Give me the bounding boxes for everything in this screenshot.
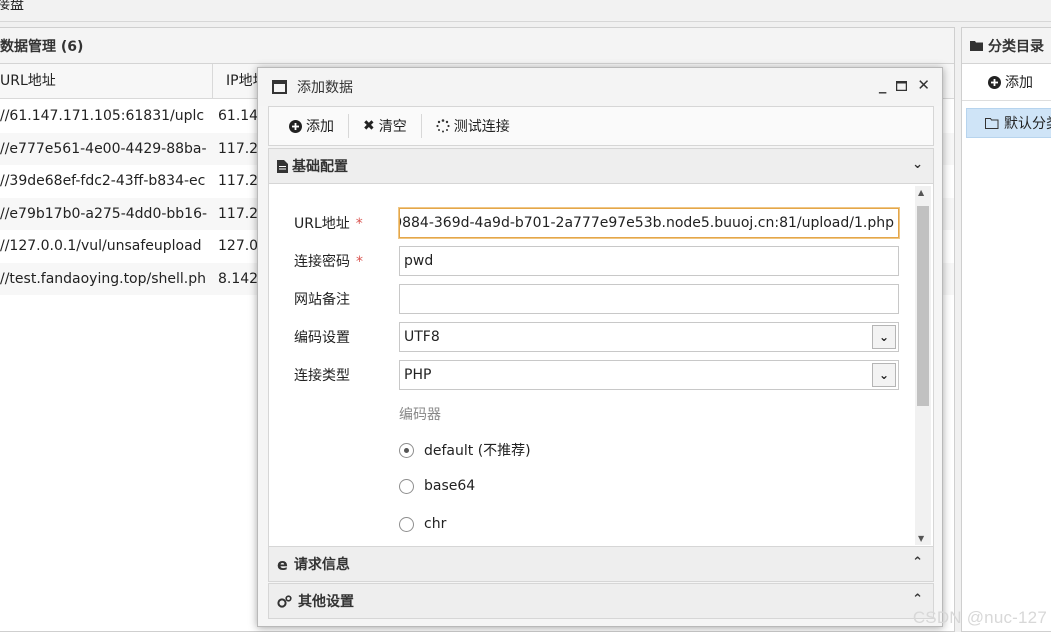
encoder-option-base64[interactable]: base64 — [399, 478, 475, 494]
request-info-title: 请求信息 — [293, 557, 350, 573]
basic-config-header[interactable]: 基础配置 ⌄ — [268, 148, 934, 184]
category-panel: 分类目录 添加 默认分类 — [961, 27, 1051, 632]
category-toolbar: 添加 — [962, 64, 1051, 101]
password-input[interactable]: pwd — [399, 246, 899, 276]
basic-config-form: URL地址 * bc9884-369d-4a9d-b701-2a777e97e53… — [268, 184, 934, 547]
plus-circle-icon — [289, 119, 302, 133]
encoding-select[interactable]: UTF8 ⌄ — [399, 322, 899, 352]
tree-item-label: 默认分类 — [1004, 116, 1051, 132]
type-label: 连接类型 — [294, 368, 350, 384]
chevron-down-icon[interactable]: ⌄ — [872, 363, 896, 387]
window-icon — [272, 80, 287, 94]
watermark: CSDN @nuc-127 — [912, 608, 1047, 627]
gears-icon — [277, 594, 292, 608]
other-settings-header[interactable]: 其他设置 ⌃ — [268, 583, 934, 619]
row-ip: 8.142 — [218, 270, 259, 287]
maximize-icon[interactable] — [896, 80, 908, 91]
note-input[interactable] — [399, 284, 899, 314]
type-select[interactable]: PHP ⌄ — [399, 360, 899, 390]
radio-icon[interactable] — [399, 478, 414, 494]
chevron-up-icon[interactable]: ⌃ — [912, 555, 923, 570]
url-label: URL地址 * — [294, 216, 363, 232]
scrollbar-thumb[interactable] — [917, 206, 929, 406]
toolbar-divider — [348, 114, 349, 138]
note-row: 网站备注 — [269, 284, 919, 314]
clear-button[interactable]: ✖ 清空 — [357, 116, 413, 136]
add-label: 添加 — [306, 119, 334, 135]
type-row: 连接类型 PHP ⌄ — [269, 360, 919, 390]
chevron-down-icon[interactable]: ⌄ — [912, 157, 923, 172]
encoding-value: UTF8 — [404, 329, 440, 345]
chevron-down-icon[interactable]: ⌄ — [872, 325, 896, 349]
dialog-title: 添加数据 — [297, 80, 353, 96]
encoder-label: 编码器 — [399, 407, 441, 423]
category-header: 分类目录 — [962, 28, 1051, 64]
encoder-option-label: default (不推荐) — [424, 443, 531, 459]
row-ip: 117.2 — [218, 205, 259, 222]
close-icon[interactable]: ✕ — [917, 78, 930, 93]
request-info-header[interactable]: e 请求信息 ⌃ — [268, 546, 934, 582]
data-management-title: 数据管理 (6) — [0, 38, 84, 55]
category-add-label: 添加 — [1005, 75, 1033, 91]
chevron-up-icon[interactable]: ⌃ — [912, 592, 923, 607]
add-button[interactable]: 添加 — [283, 116, 340, 136]
request-icon: e — [277, 554, 288, 574]
password-label: 连接密码 * — [294, 254, 363, 270]
row-url: //61.147.171.105:61831/uplc — [0, 108, 205, 124]
add-data-dialog: 添加数据 _ ✕ 添加 ✖ 清空 测试连接 基础配置 ⌄ URL地址 * bc9… — [257, 67, 943, 627]
url-input[interactable]: bc9884-369d-4a9d-b701-2a777e97e53b.node5… — [399, 208, 899, 238]
category-title: 分类目录 — [988, 38, 1044, 55]
test-connection-label: 测试连接 — [453, 119, 510, 135]
scroll-up-icon[interactable]: ▲ — [918, 188, 924, 197]
radio-selected-icon[interactable] — [399, 442, 414, 458]
encoder-option-default[interactable]: default (不推荐) — [399, 440, 531, 460]
plus-circle-icon — [988, 75, 1001, 89]
password-row: 连接密码 * pwd — [269, 246, 919, 276]
category-add-button[interactable]: 添加 — [982, 72, 1039, 92]
encoder-option-label: base64 — [424, 478, 476, 494]
row-url: //39de68ef-fdc2-43ff-b834-ec — [0, 173, 206, 189]
document-icon — [277, 159, 288, 173]
encoding-row: 编码设置 UTF8 ⌄ — [269, 322, 919, 352]
form-scrollbar[interactable]: ▲ ▼ — [915, 186, 931, 545]
encoding-label: 编码设置 — [294, 330, 350, 346]
row-url: //127.0.0.1/vul/unsafeupload — [0, 238, 202, 254]
row-url: //e777e561-4e00-4429-88ba- — [0, 140, 207, 157]
toolbar-divider — [420, 114, 422, 138]
basic-config-title: 基础配置 — [292, 159, 348, 175]
scroll-down-icon[interactable]: ▼ — [918, 534, 924, 543]
radio-icon[interactable] — [399, 516, 414, 532]
url-row: URL地址 * bc9884-369d-4a9d-b701-2a777e97e53… — [269, 208, 919, 238]
encoder-option-label: chr — [424, 516, 447, 532]
row-ip: 117.2 — [218, 173, 259, 189]
spinner-icon — [436, 119, 450, 133]
top-bar: 接盘 — [0, 0, 1051, 22]
required-mark: * — [355, 216, 363, 232]
row-ip: 61.14 — [218, 108, 259, 124]
required-mark: * — [356, 254, 363, 270]
top-bar-title: 接盘 — [0, 0, 24, 13]
dialog-titlebar[interactable]: 添加数据 _ ✕ — [258, 68, 942, 106]
row-ip: 127.0 — [218, 238, 259, 254]
column-header-url[interactable]: URL地址 — [0, 64, 213, 99]
row-ip: 117.2 — [218, 140, 259, 157]
note-label: 网站备注 — [294, 292, 350, 308]
minimize-icon[interactable]: _ — [879, 78, 887, 93]
dialog-toolbar: 添加 ✖ 清空 测试连接 — [268, 106, 934, 146]
encoder-option-chr[interactable]: chr — [399, 516, 446, 532]
other-settings-title: 其他设置 — [298, 594, 354, 610]
type-value: PHP — [404, 367, 432, 383]
folder-icon — [970, 40, 983, 51]
data-management-header: 数据管理 (6) — [0, 28, 954, 64]
folder-open-icon — [985, 117, 999, 129]
tree-item-default[interactable]: 默认分类 — [966, 108, 1051, 138]
test-connection-button[interactable]: 测试连接 — [430, 116, 516, 136]
row-url: //test.fandaoying.top/shell.ph — [0, 270, 206, 287]
x-icon: ✖ — [363, 118, 375, 134]
row-url: //e79b17b0-a275-4dd0-bb16- — [0, 205, 208, 222]
clear-label: 清空 — [378, 119, 407, 135]
